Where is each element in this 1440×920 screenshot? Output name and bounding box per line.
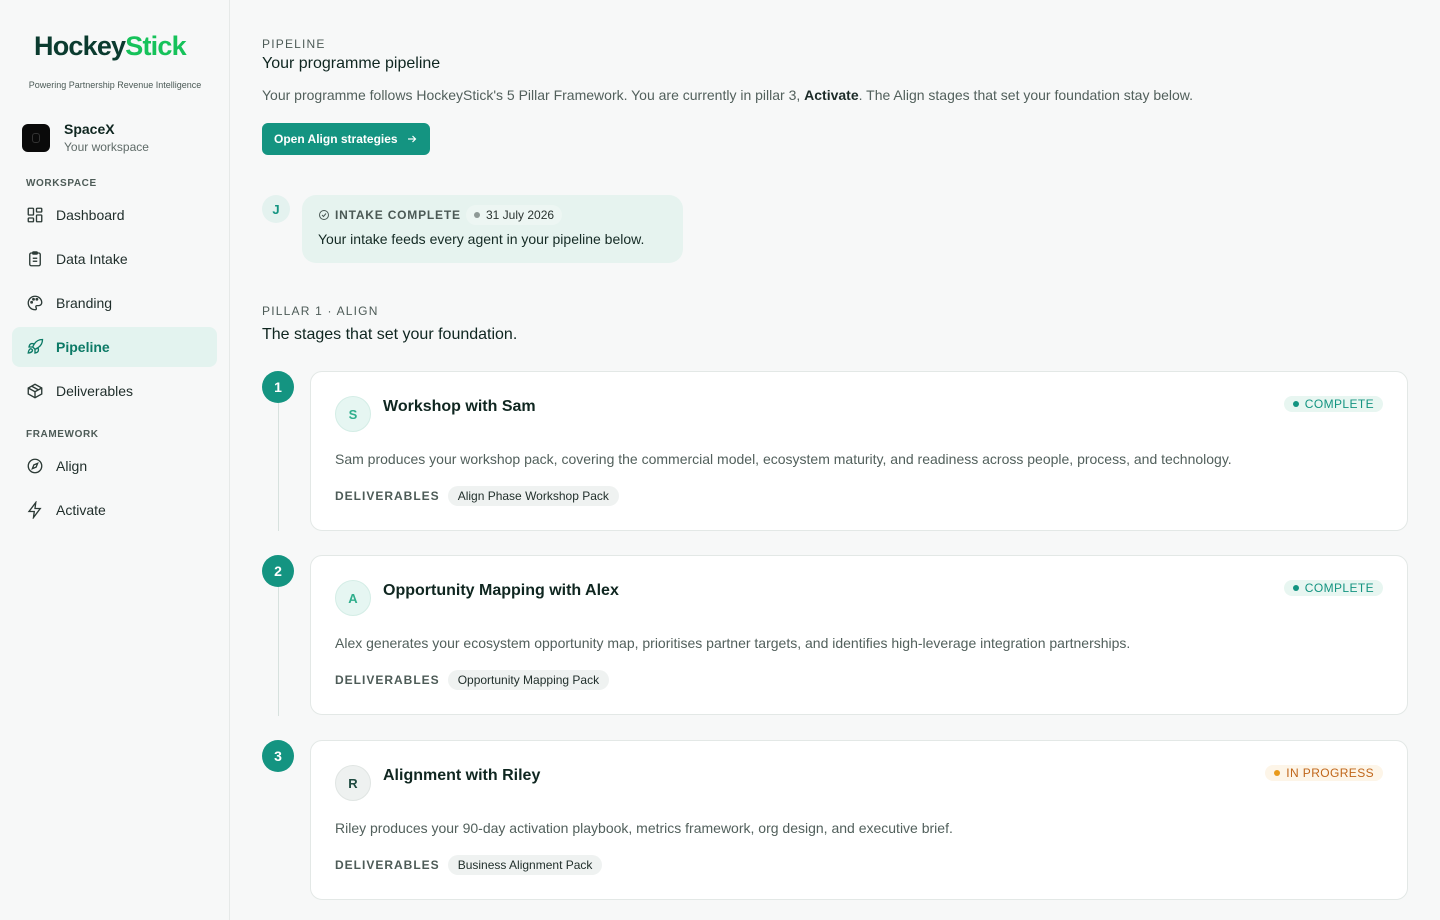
stage-number: 1	[262, 371, 294, 403]
agent-avatar: R	[335, 765, 371, 801]
timeline-connector	[278, 403, 279, 531]
sidebar-item-label: Data Intake	[56, 251, 128, 267]
section-label-workspace: WORKSPACE	[26, 178, 97, 189]
stage-card[interactable]: S Workshop with Sam COMPLETE Sam produce…	[310, 371, 1408, 531]
rocket-icon	[27, 338, 44, 354]
page-lead: Your programme follows HockeyStick's 5 P…	[262, 87, 1194, 103]
tagline: Powering Partnership Revenue Intelligenc…	[28, 80, 202, 90]
timeline-connector	[278, 587, 279, 716]
intake-text: Your intake feeds every agent in your pi…	[318, 231, 645, 247]
deliverables-label: DELIVERABLES	[335, 489, 440, 503]
stage-description: Sam produces your workshop pack, coverin…	[335, 451, 1232, 467]
deliverable-chip[interactable]: Align Phase Workshop Pack	[447, 486, 619, 506]
package-icon	[27, 383, 43, 399]
stage-card[interactable]: A Opportunity Mapping with Alex COMPLETE…	[310, 555, 1408, 715]
deliverables-label: DELIVERABLES	[335, 858, 440, 872]
stage-title: Opportunity Mapping with Alex	[383, 582, 619, 599]
sidebar-item-label: Align	[56, 458, 88, 474]
stage-title: Alignment with Riley	[383, 767, 541, 784]
agent-avatar: S	[335, 396, 371, 432]
deliverable-chip[interactable]: Opportunity Mapping Pack	[447, 670, 610, 690]
stage-number: 2	[262, 555, 294, 587]
intake-status-card: INTAKE COMPLETE 31 July 2026 Your intake…	[302, 195, 683, 263]
logo[interactable]: HockeyStick	[34, 30, 187, 62]
clipboard-icon	[29, 251, 41, 267]
section-label-framework: FRAMEWORK	[26, 429, 99, 440]
workspace-subtitle: Your workspace	[64, 140, 149, 154]
page-eyebrow: PIPELINE	[262, 37, 326, 51]
workspace-name: SpaceX	[64, 121, 115, 137]
sidebar-item-align[interactable]: Align	[12, 446, 217, 486]
status-badge: COMPLETE	[1283, 396, 1383, 412]
workspace-switcher[interactable]: SpaceX Your workspace	[22, 121, 212, 157]
deliverables-row: DELIVERABLES Align Phase Workshop Pack	[335, 486, 619, 506]
sidebar-item-label: Dashboard	[56, 207, 125, 223]
status-badge: COMPLETE	[1283, 580, 1383, 596]
stage-description: Alex generates your ecosystem opportunit…	[335, 635, 1131, 651]
arrow-right-icon	[407, 135, 416, 143]
palette-icon	[27, 295, 43, 311]
sidebar-item-label: Branding	[56, 295, 113, 311]
stage-card[interactable]: R Alignment with Riley IN PROGRESS Riley…	[310, 740, 1408, 900]
intake-avatar: J	[262, 195, 290, 223]
status-badge: IN PROGRESS	[1265, 765, 1383, 781]
workspace-avatar	[22, 124, 50, 152]
deliverables-label: DELIVERABLES	[335, 673, 440, 687]
sidebar-item-label: Pipeline	[56, 339, 110, 355]
deliverables-row: DELIVERABLES Business Alignment Pack	[335, 855, 603, 875]
check-circle-icon	[319, 210, 329, 220]
sidebar-item-label: Activate	[56, 502, 106, 518]
deliverables-row: DELIVERABLES Opportunity Mapping Pack	[335, 670, 610, 690]
pillar-title: The stages that set your foundation.	[262, 326, 518, 343]
sidebar-item-pipeline[interactable]: Pipeline	[12, 327, 217, 367]
sidebar-item-branding[interactable]: Branding	[12, 283, 217, 323]
sidebar-item-dashboard[interactable]: Dashboard	[12, 195, 217, 235]
stage-number: 3	[262, 740, 294, 772]
deliverable-chip[interactable]: Business Alignment Pack	[447, 855, 603, 875]
sidebar-item-deliverables[interactable]: Deliverables	[12, 371, 217, 411]
sidebar-item-data-intake[interactable]: Data Intake	[12, 239, 217, 279]
stage-description: Riley produces your 90-day activation pl…	[335, 820, 953, 836]
pillar-eyebrow: PILLAR 1 · ALIGN	[262, 304, 379, 318]
bolt-icon	[27, 501, 42, 519]
sidebar-item-activate[interactable]: Activate	[12, 490, 217, 530]
agent-avatar: A	[335, 580, 371, 616]
stage-title: Workshop with Sam	[383, 398, 536, 415]
main-content: PIPELINE Your programme pipeline Your pr…	[262, 0, 1412, 920]
dashboard-icon	[27, 207, 43, 223]
compass-icon	[27, 458, 43, 474]
sidebar-item-label: Deliverables	[56, 383, 134, 399]
page-title: Your programme pipeline	[262, 55, 441, 72]
open-align-strategies-button[interactable]: Open Align strategies	[262, 123, 430, 155]
intake-date-badge: 31 July 2026	[466, 205, 563, 225]
intake-status-tag: INTAKE COMPLETE	[318, 208, 461, 222]
sidebar: HockeyStick Powering Partnership Revenue…	[0, 0, 230, 920]
